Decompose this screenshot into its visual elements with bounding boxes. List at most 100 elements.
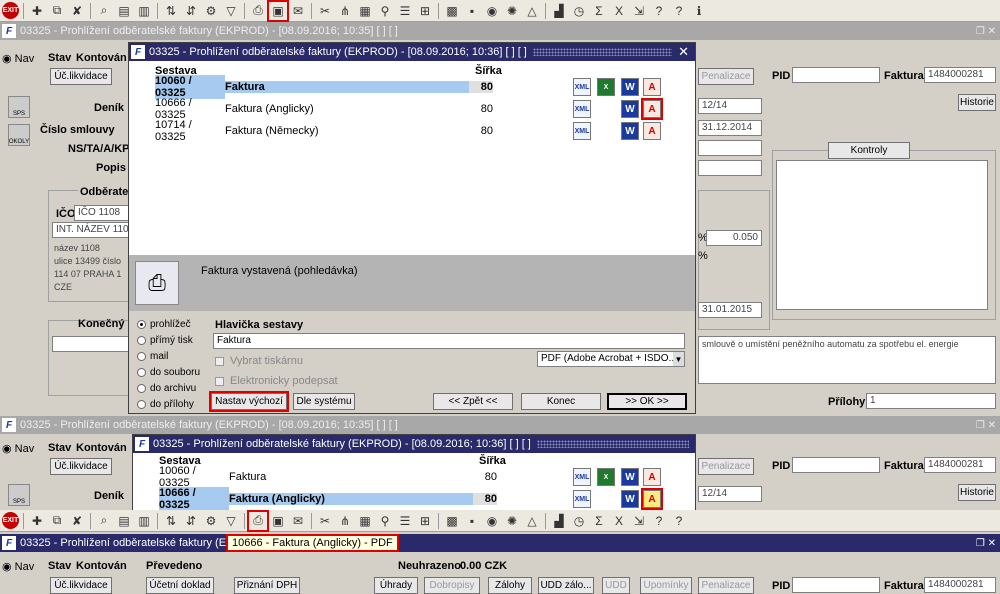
report-row[interactable]: 10666 / 03325 Faktura (Anglicky) 80 <box>155 97 493 121</box>
penalizace-button[interactable]: Penalizace <box>698 458 754 475</box>
calculator-icon[interactable]: ▩ <box>443 512 461 530</box>
chart-icon[interactable]: ▟ <box>550 2 568 20</box>
list-icon[interactable]: ☰ <box>396 512 414 530</box>
filter-icon[interactable]: ▽ <box>222 2 240 20</box>
pdf-icon[interactable]: A <box>643 468 661 486</box>
mail-icon[interactable]: ✉ <box>289 512 307 530</box>
word-icon[interactable]: W <box>621 468 639 486</box>
folder-icon[interactable]: ▤ <box>115 2 133 20</box>
zalohy-button[interactable]: Zálohy <box>488 577 532 594</box>
search-folder-icon[interactable]: ⌕ <box>95 2 113 20</box>
tree-icon[interactable]: ⋔ <box>336 2 354 20</box>
print-report-icon[interactable]: ▣ <box>267 0 289 22</box>
hlavicka-field[interactable]: Faktura <box>213 333 685 349</box>
cut-icon[interactable]: ✂ <box>316 2 334 20</box>
delete-record-icon[interactable]: ✘ <box>68 512 86 530</box>
save-icon[interactable]: ▪ <box>463 2 481 20</box>
faktura-field[interactable]: 1484000281 <box>924 67 996 83</box>
period-field[interactable]: 12/14 <box>698 486 762 502</box>
globe-icon[interactable]: ◉ <box>483 512 501 530</box>
word-icon[interactable]: W <box>621 122 639 140</box>
mail-icon[interactable]: ✉ <box>289 2 307 20</box>
uc-likvidace-button[interactable]: Úč.likvidace <box>50 577 112 594</box>
penalizace-button[interactable]: Penalizace <box>698 68 754 85</box>
pid-field[interactable] <box>792 577 880 593</box>
word-icon[interactable]: W <box>621 490 639 508</box>
warning-icon[interactable]: △ <box>523 512 541 530</box>
list-icon[interactable]: ☰ <box>396 2 414 20</box>
save-icon[interactable]: ▪ <box>463 512 481 530</box>
xml-icon[interactable]: XML <box>573 490 591 508</box>
tree-icon[interactable]: ⋔ <box>336 512 354 530</box>
zpet-button[interactable]: << Zpět << <box>433 393 513 410</box>
printer-select[interactable]: PDF (Adobe Acrobat + ISDO... <box>537 351 685 367</box>
radio-do-archivu[interactable]: do archivu <box>137 383 196 394</box>
xml-icon[interactable]: XML <box>573 78 591 96</box>
historie-button[interactable]: Historie <box>958 484 996 501</box>
pid-field[interactable] <box>792 457 880 473</box>
wrench-icon[interactable]: ⚙ <box>202 2 220 20</box>
vybrat-tiskarnu-checkbox[interactable]: Vybrat tiskárnu <box>215 355 303 367</box>
add-record-icon[interactable]: ✚ <box>28 2 46 20</box>
folder-delete-icon[interactable]: ▥ <box>135 512 153 530</box>
exit-icon[interactable]: EXIT <box>2 512 19 529</box>
search-folder-icon[interactable]: ⌕ <box>95 512 113 530</box>
tree-list-icon[interactable]: ⊞ <box>416 2 434 20</box>
tree-list-icon[interactable]: ⊞ <box>416 512 434 530</box>
xml-icon[interactable]: XML <box>573 468 591 486</box>
folder-delete-icon[interactable]: ▥ <box>135 2 153 20</box>
close-icon[interactable]: ✕ <box>678 44 689 60</box>
help-icon[interactable]: ? <box>650 2 668 20</box>
report-row[interactable]: 10714 / 03325 Faktura (Německy) 80 <box>155 119 493 143</box>
help-context-icon[interactable]: ? <box>670 2 688 20</box>
xml-icon[interactable]: XML <box>573 122 591 140</box>
uc-likvidace-button[interactable]: Úč.likvidace <box>50 68 112 85</box>
kontroly-button[interactable]: Kontroly <box>828 142 910 159</box>
sort-asc-icon[interactable]: ⇅ <box>162 2 180 20</box>
excel-icon[interactable]: X <box>610 2 628 20</box>
filter-icon[interactable]: ▽ <box>222 512 240 530</box>
clock-icon[interactable]: ◷ <box>570 512 588 530</box>
uhrady-button[interactable]: Úhrady <box>374 577 418 594</box>
nav-toggle[interactable]: ◉ Nav <box>2 52 34 65</box>
chevron-down-icon[interactable]: ▼ <box>673 352 684 366</box>
print-report-icon[interactable]: ▣ <box>269 512 287 530</box>
restore-icon[interactable]: ❐ ✕ <box>976 538 996 549</box>
info-icon[interactable]: ℹ <box>690 2 708 20</box>
radio-mail[interactable]: mail <box>137 351 168 362</box>
rate-field[interactable]: 0.050 <box>706 230 762 246</box>
sun-icon[interactable]: ✺ <box>503 512 521 530</box>
grid-icon[interactable]: ▦ <box>356 512 374 530</box>
delete-record-icon[interactable]: ✘ <box>68 2 86 20</box>
help-icon[interactable]: ? <box>650 512 668 530</box>
restore-icon[interactable]: ❐ ✕ <box>976 420 996 431</box>
report-row[interactable]: 10060 / 03325 Faktura 80 <box>159 465 497 489</box>
word-icon[interactable]: W <box>621 78 639 96</box>
faktura-field[interactable]: 1484000281 <box>924 457 996 473</box>
int-nazev-field[interactable]: INT. NÁZEV 1108 <box>52 222 130 238</box>
pdf-icon[interactable]: A <box>641 488 663 510</box>
excel-icon[interactable]: X <box>597 468 615 486</box>
help-context-icon[interactable]: ? <box>670 512 688 530</box>
excel-icon[interactable]: X <box>597 78 615 96</box>
radio-primy-tisk[interactable]: přímý tisk <box>137 335 193 346</box>
historie-button[interactable]: Historie <box>958 94 996 111</box>
pid-field[interactable] <box>792 67 880 83</box>
prilohy-field[interactable]: 1 <box>866 393 996 409</box>
copy-record-icon[interactable]: ⧉ <box>48 2 66 20</box>
pdf-icon[interactable]: A <box>643 122 661 140</box>
globe-icon[interactable]: ◉ <box>483 2 501 20</box>
sort-desc-icon[interactable]: ⇵ <box>182 512 200 530</box>
print-icon[interactable]: ⎙ <box>247 509 269 532</box>
ico-field[interactable]: IČO 1108 <box>74 205 130 221</box>
pdf-icon[interactable]: A <box>643 78 661 96</box>
radio-do-souboru[interactable]: do souboru <box>137 367 200 378</box>
clock-icon[interactable]: ◷ <box>570 2 588 20</box>
add-record-icon[interactable]: ✚ <box>28 512 46 530</box>
grid-icon[interactable]: ▦ <box>356 2 374 20</box>
el-podpis-checkbox[interactable]: Elektronicky podepsat <box>215 375 338 387</box>
okoly-icon[interactable]: OKOLY <box>8 124 30 146</box>
xml-icon[interactable]: XML <box>573 100 591 118</box>
upominky-button[interactable]: Upomínky <box>640 577 692 594</box>
export-icon[interactable]: ⇲ <box>630 512 648 530</box>
